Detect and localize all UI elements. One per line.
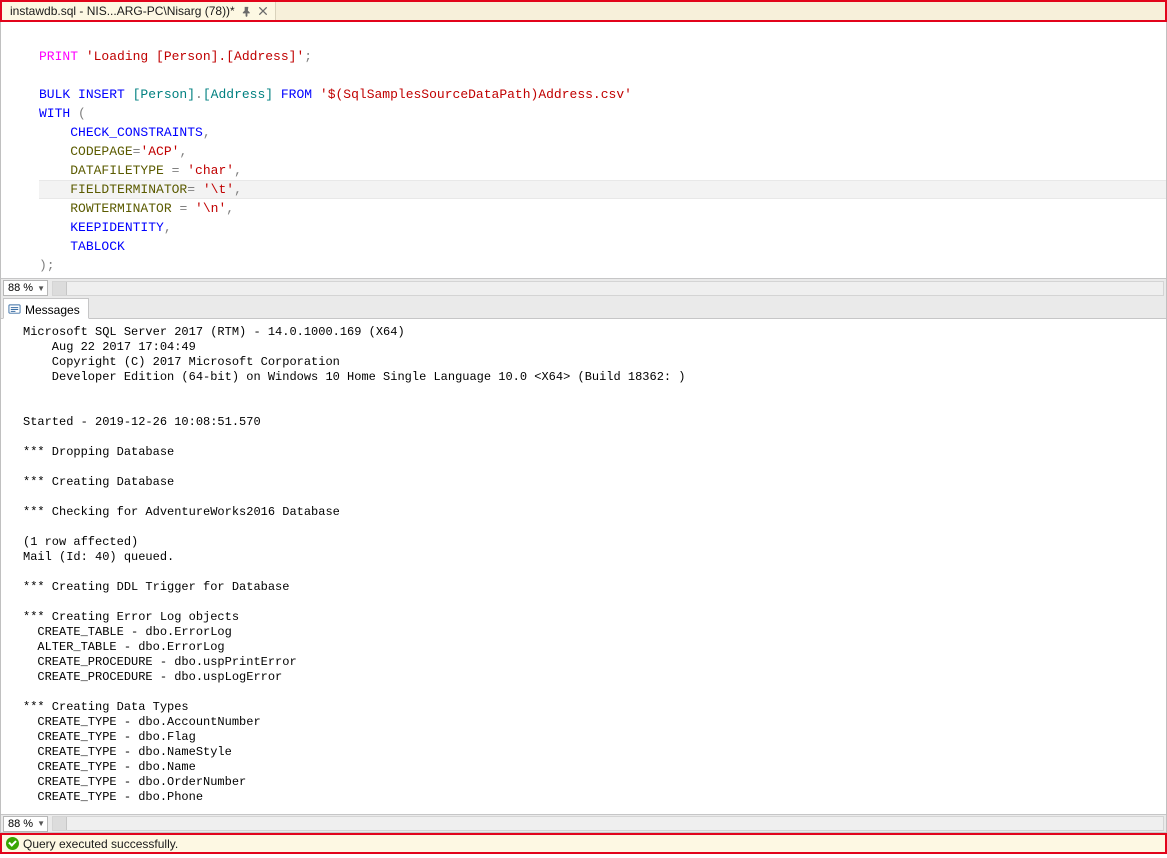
horizontal-scrollbar[interactable]	[52, 281, 1164, 296]
editor-zoom-bar: 88 % ▼	[1, 278, 1166, 297]
editor-gutter	[1, 22, 39, 278]
code-content: PRINT 'Loading [Person].[Address]'; BULK…	[39, 28, 632, 275]
messages-zoom-bar: 88 % ▼	[1, 814, 1166, 833]
editor-wrap: PRINT 'Loading [Person].[Address]'; BULK…	[0, 22, 1167, 833]
zoom-select[interactable]: 88 % ▼	[3, 280, 48, 296]
chevron-down-icon: ▼	[37, 284, 45, 293]
status-bar: Query executed successfully.	[0, 833, 1167, 854]
chevron-down-icon: ▼	[37, 819, 45, 828]
sql-editor[interactable]: PRINT 'Loading [Person].[Address]'; BULK…	[1, 22, 1166, 278]
zoom-select-2[interactable]: 88 % ▼	[3, 816, 48, 832]
messages-pane[interactable]: Microsoft SQL Server 2017 (RTM) - 14.0.1…	[1, 319, 1166, 814]
tab-messages-label: Messages	[25, 303, 80, 317]
scroll-left-nub[interactable]	[53, 282, 67, 295]
success-check-icon	[6, 837, 19, 850]
zoom-value-2: 88 %	[8, 818, 33, 830]
document-tab-strip: instawdb.sql - NIS...ARG-PC\Nisarg (78))…	[0, 0, 1167, 22]
zoom-value: 88 %	[8, 282, 33, 294]
tab-messages[interactable]: Messages	[3, 298, 89, 319]
pin-icon[interactable]	[241, 6, 252, 17]
messages-icon	[8, 303, 21, 316]
close-icon[interactable]	[258, 6, 269, 17]
scroll-left-nub-2[interactable]	[53, 817, 67, 830]
horizontal-scrollbar-2[interactable]	[52, 816, 1164, 831]
results-tab-strip: Messages	[1, 297, 1166, 319]
status-text: Query executed successfully.	[23, 837, 178, 851]
document-tab-active[interactable]: instawdb.sql - NIS...ARG-PC\Nisarg (78))…	[2, 2, 276, 20]
document-tab-title: instawdb.sql - NIS...ARG-PC\Nisarg (78))…	[10, 4, 235, 18]
